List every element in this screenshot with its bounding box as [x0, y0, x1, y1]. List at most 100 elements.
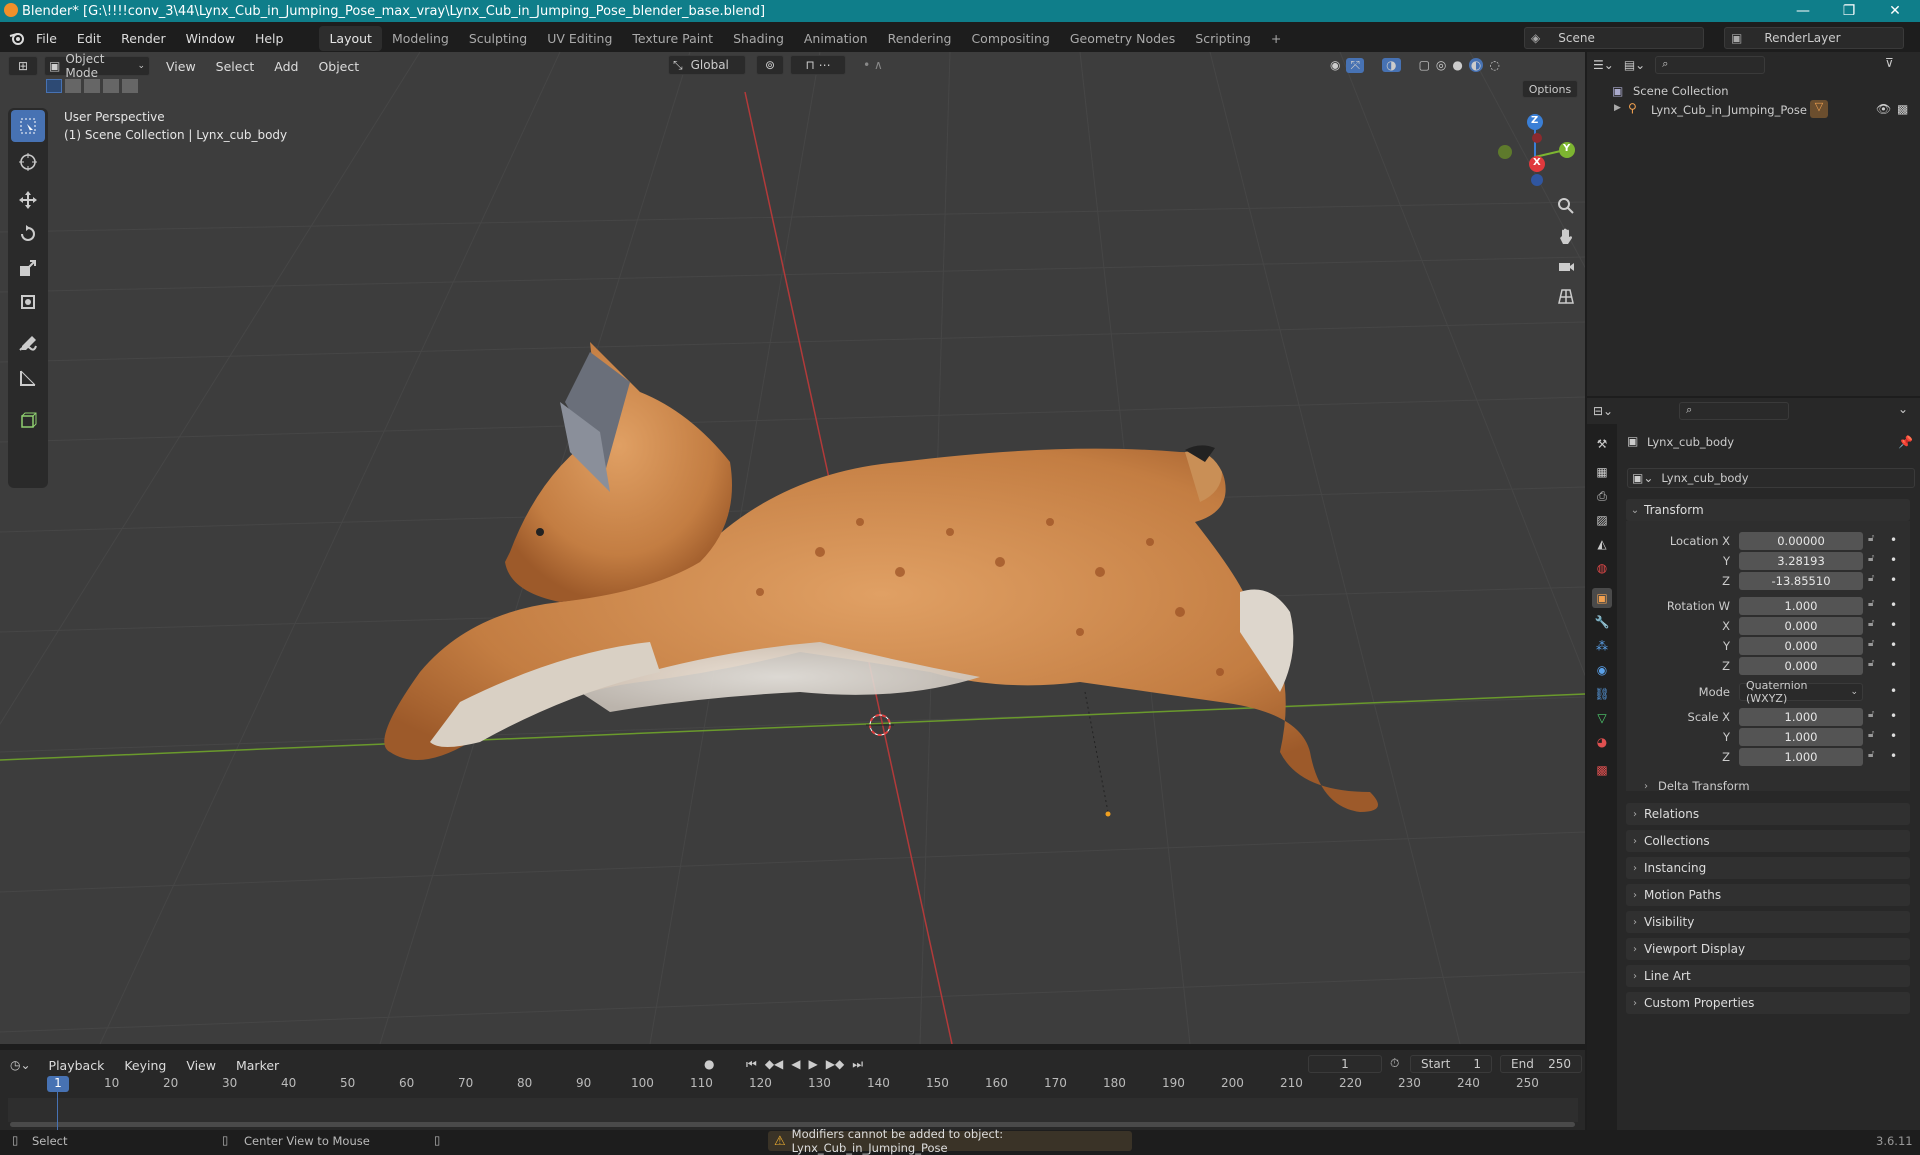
editor-type-icon[interactable]: ⊞ [8, 56, 38, 76]
pin-icon[interactable]: 📌 [1898, 435, 1913, 449]
keyframe-dot-icon[interactable]: • [1890, 573, 1897, 587]
lock-icon[interactable]: 🔓︎ [1868, 658, 1874, 669]
rotation-y-field[interactable]: 0.000 [1739, 637, 1863, 655]
start-frame-field[interactable]: Start 1 [1410, 1055, 1492, 1073]
viewport-menu-add[interactable]: Add [264, 59, 308, 74]
tab-layout[interactable]: Layout [319, 25, 382, 51]
viewport-display-panel[interactable]: › Viewport Display [1626, 938, 1910, 960]
rotation-w-field[interactable]: 1.000 [1739, 597, 1863, 615]
tool-tab-icon[interactable]: ⚒ [1592, 434, 1612, 454]
rendered-shading-icon[interactable]: ◌ [1489, 58, 1499, 72]
render-tab-icon[interactable]: ▦ [1592, 462, 1612, 482]
tab-animation[interactable]: Animation [794, 26, 878, 51]
instancing-panel[interactable]: › Instancing [1626, 857, 1910, 879]
transform-orientation-selector[interactable]: ⤡ Global [668, 55, 746, 75]
lock-icon[interactable]: 🔓︎ [1868, 729, 1874, 740]
keyframe-dot-icon[interactable]: • [1890, 709, 1897, 723]
play-reverse-icon[interactable]: ◀ [791, 1057, 800, 1072]
select-intersect-icon[interactable] [122, 79, 138, 93]
properties-editor-icon[interactable]: ⊟⌄ [1593, 404, 1613, 418]
tab-modeling[interactable]: Modeling [382, 26, 459, 51]
mode-selector[interactable]: ▣ Object Mode ⌄ [44, 52, 150, 80]
playhead-frame[interactable]: 1 [47, 1076, 69, 1092]
blender-icon[interactable] [8, 29, 26, 47]
properties-search-icon[interactable]: ⌕ [1679, 402, 1790, 420]
properties-options-chevron-icon[interactable]: ⌄ [1898, 402, 1908, 416]
next-keyframe-icon[interactable]: ▶◆ [826, 1057, 844, 1072]
location-x-field[interactable]: 0.00000 [1739, 532, 1863, 550]
visibility-panel[interactable]: › Visibility [1626, 911, 1910, 933]
menu-window[interactable]: Window [176, 31, 245, 46]
play-icon[interactable]: ▶ [809, 1057, 818, 1072]
location-y-field[interactable]: 3.28193 [1739, 552, 1863, 570]
options-button[interactable]: Options [1522, 80, 1578, 98]
wireframe-shading-icon[interactable]: ◎ [1436, 58, 1446, 72]
move-tool-icon[interactable] [11, 184, 45, 216]
scale-z-field[interactable]: 1.000 [1739, 748, 1863, 766]
select-extend-icon[interactable] [65, 79, 81, 93]
keyframe-dot-icon[interactable]: • [1890, 658, 1897, 672]
menu-render[interactable]: Render [111, 31, 176, 46]
keyframe-dot-icon[interactable]: • [1890, 729, 1897, 743]
pan-view-icon[interactable] [1552, 222, 1580, 250]
lynx-model[interactable] [384, 342, 1378, 812]
line-art-panel[interactable]: › Line Art [1626, 965, 1910, 987]
timeline-menu-playback[interactable]: Playback [39, 1058, 115, 1073]
keyframe-dot-icon[interactable]: • [1890, 533, 1897, 547]
display-mode-icon[interactable]: ▤⌄ [1624, 58, 1645, 72]
filter-icon[interactable]: ⊽ [1885, 56, 1894, 70]
scale-y-field[interactable]: 1.000 [1739, 728, 1863, 746]
viewport-menu-object[interactable]: Object [308, 59, 369, 74]
select-new-icon[interactable] [46, 79, 62, 93]
lock-icon[interactable]: 🔓︎ [1868, 573, 1874, 584]
menu-file[interactable]: File [26, 31, 67, 46]
grid-view-icon[interactable] [1552, 282, 1580, 310]
material-tab-icon[interactable]: ◕ [1592, 732, 1612, 752]
outliner-search-icon[interactable]: ⌕ [1655, 56, 1766, 74]
xray-icon[interactable]: ▢ [1419, 58, 1430, 72]
object-tab-icon[interactable]: ▣ [1592, 588, 1612, 608]
annotate-tool-icon[interactable] [11, 328, 45, 360]
timeline-editor-icon[interactable]: ◷⌄ [10, 1058, 31, 1072]
maximize-button[interactable]: ❐ [1826, 0, 1872, 22]
tab-shading[interactable]: Shading [723, 26, 794, 51]
lock-icon[interactable]: 🔓︎ [1868, 598, 1874, 609]
outliner-root-row[interactable]: ▣ Scene Collection [1588, 82, 1919, 100]
motion-paths-panel[interactable]: › Motion Paths [1626, 884, 1910, 906]
tab-compositing[interactable]: Compositing [961, 26, 1059, 51]
camera-view-icon[interactable] [1552, 252, 1580, 280]
lock-icon[interactable]: 🔓︎ [1868, 533, 1874, 544]
lock-icon[interactable]: 🔓︎ [1868, 618, 1874, 629]
overlay-toggle-icon[interactable]: ◑ [1382, 58, 1401, 72]
world-tab-icon[interactable]: ◍ [1592, 558, 1612, 578]
output-tab-icon[interactable]: ⎙ [1592, 486, 1612, 506]
timeline-menu-keying[interactable]: Keying [114, 1058, 176, 1073]
scale-tool-icon[interactable] [11, 252, 45, 284]
texture-tab-icon[interactable]: ▩ [1592, 760, 1612, 780]
render-layer-selector[interactable]: ▣ RenderLayer [1724, 27, 1904, 49]
tab-rendering[interactable]: Rendering [878, 26, 962, 51]
collections-panel[interactable]: › Collections [1626, 830, 1910, 852]
proportional-edit-icon[interactable]: • ∧ [850, 55, 896, 75]
outliner-item-row[interactable]: ▶ ⚲ Lynx_Cub_in_Jumping_Pose ▽ 👁 ▩ [1588, 100, 1919, 120]
rotation-mode-dropdown[interactable]: Quaternion (WXYZ) ⌄ [1739, 679, 1863, 705]
delta-transform-subpanel[interactable]: › Delta Transform [1644, 776, 1750, 796]
menu-help[interactable]: Help [245, 31, 294, 46]
physics-tab-icon[interactable]: ◉ [1592, 660, 1612, 680]
current-frame-field[interactable]: 1 [1308, 1055, 1382, 1073]
keyframe-dot-icon[interactable]: • [1890, 638, 1897, 652]
tab-geometry-nodes[interactable]: Geometry Nodes [1060, 26, 1185, 51]
scene-selector[interactable]: ◈ Scene [1524, 27, 1704, 49]
data-tab-icon[interactable]: ▽ [1592, 708, 1612, 728]
zoom-view-icon[interactable] [1552, 192, 1580, 220]
end-frame-field[interactable]: End 250 [1500, 1055, 1582, 1073]
timeline-menu-marker[interactable]: Marker [226, 1058, 289, 1073]
gizmo-toggle-icon[interactable]: ⤧ [1346, 57, 1365, 73]
scene-tab-icon[interactable]: ◭ [1592, 534, 1612, 554]
render-camera-icon[interactable]: ▩ [1897, 102, 1908, 116]
lock-icon[interactable]: 🔓︎ [1868, 638, 1874, 649]
relations-panel[interactable]: › Relations [1626, 803, 1910, 825]
select-subtract-icon[interactable] [84, 79, 100, 93]
record-icon[interactable]: ● [704, 1057, 714, 1071]
timeline-menu-view[interactable]: View [176, 1058, 226, 1073]
